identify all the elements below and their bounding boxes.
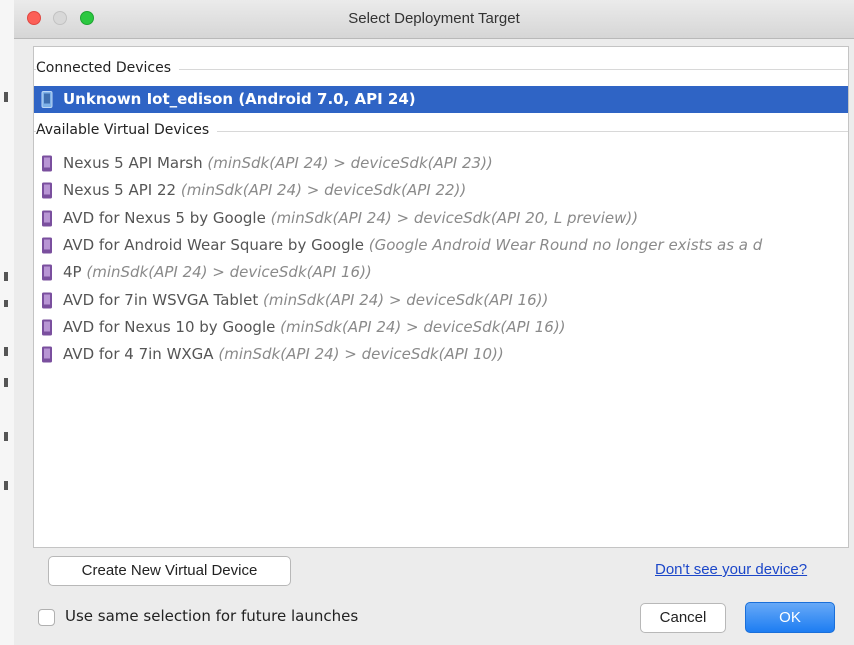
window-title: Select Deployment Target: [348, 10, 520, 27]
phone-icon: [42, 319, 52, 336]
remember-selection-checkbox[interactable]: [38, 609, 55, 626]
device-name: AVD for 7in WSVGA Tablet: [63, 291, 259, 309]
device-name: AVD for Android Wear Square by Google: [63, 236, 364, 254]
remember-selection-label: Use same selection for future launches: [65, 607, 359, 625]
virtual-devices-label: Available Virtual Devices: [36, 122, 218, 138]
device-incompatibility-hint: (minSdk(API 24) > deviceSdk(API 20, L pr…: [270, 209, 639, 227]
phone-icon: [42, 264, 52, 281]
device-label: AVD for Nexus 5 by Google (minSdk(API 24…: [63, 209, 638, 227]
device-label: AVD for Nexus 10 by Google (minSdk(API 2…: [63, 318, 566, 336]
connected-devices-header: Connected Devices: [34, 58, 848, 80]
virtual-device-row[interactable]: AVD for Nexus 5 by Google (minSdk(API 24…: [34, 205, 848, 232]
virtual-device-row[interactable]: Nexus 5 API Marsh (minSdk(API 24) > devi…: [34, 150, 848, 177]
dont-see-device-link[interactable]: Don't see your device?: [655, 561, 807, 578]
phone-icon: [42, 155, 52, 172]
phone-icon: [42, 210, 52, 227]
phone-icon: [42, 292, 52, 309]
create-new-virtual-device-button[interactable]: Create New Virtual Device: [48, 556, 291, 586]
title-bar: Select Deployment Target: [14, 0, 854, 39]
virtual-device-row[interactable]: AVD for Android Wear Square by Google (G…: [34, 232, 848, 259]
device-name: 4P: [63, 263, 82, 281]
device-label: 4P (minSdk(API 24) > deviceSdk(API 16)): [63, 263, 372, 281]
virtual-device-row[interactable]: Nexus 5 API 22 (minSdk(API 24) > deviceS…: [34, 177, 848, 204]
device-incompatibility-hint: (minSdk(API 24) > deviceSdk(API 16)): [86, 263, 372, 281]
phone-icon: [42, 237, 52, 254]
device-name: Unknown Iot_edison (Android 7.0, API 24): [63, 90, 416, 108]
device-list[interactable]: Connected Devices Unknown Iot_edison (An…: [33, 46, 849, 548]
select-deployment-target-dialog: Select Deployment Target Connected Devic…: [14, 0, 854, 645]
device-name: Nexus 5 API 22: [63, 181, 177, 199]
device-name: Nexus 5 API Marsh: [63, 154, 203, 172]
device-label: AVD for Android Wear Square by Google (G…: [63, 236, 762, 254]
device-name: AVD for Nexus 10 by Google: [63, 318, 276, 336]
phone-icon: [42, 182, 52, 199]
device-incompatibility-hint: (minSdk(API 24) > deviceSdk(API 16)): [280, 318, 566, 336]
virtual-devices-header: Available Virtual Devices: [34, 120, 848, 142]
connected-devices-label: Connected Devices: [36, 60, 180, 76]
virtual-device-row[interactable]: 4P (minSdk(API 24) > deviceSdk(API 16)): [34, 259, 848, 286]
virtual-device-row[interactable]: AVD for Nexus 10 by Google (minSdk(API 2…: [34, 314, 848, 341]
device-incompatibility-hint: (Google Android Wear Round no longer exi…: [368, 236, 763, 254]
device-name: AVD for Nexus 5 by Google: [63, 209, 266, 227]
virtual-device-row[interactable]: AVD for 7in WSVGA Tablet (minSdk(API 24)…: [34, 287, 848, 314]
connected-device-row[interactable]: Unknown Iot_edison (Android 7.0, API 24): [34, 86, 848, 113]
phone-icon: [42, 346, 52, 363]
device-name: AVD for 4 7in WXGA: [63, 345, 214, 363]
device-label: Nexus 5 API 22 (minSdk(API 24) > deviceS…: [63, 181, 466, 199]
device-label: AVD for 7in WSVGA Tablet (minSdk(API 24)…: [63, 291, 548, 309]
device-incompatibility-hint: (minSdk(API 24) > deviceSdk(API 16)): [262, 291, 549, 309]
device-incompatibility-hint: (minSdk(API 24) > deviceSdk(API 22)): [180, 181, 467, 199]
cancel-button[interactable]: Cancel: [640, 603, 726, 633]
virtual-device-row[interactable]: AVD for 4 7in WXGA (minSdk(API 24) > dev…: [34, 341, 848, 368]
device-label: Nexus 5 API Marsh (minSdk(API 24) > devi…: [63, 154, 493, 172]
device-incompatibility-hint: (minSdk(API 24) > deviceSdk(API 10)): [218, 345, 504, 363]
phone-icon: [41, 91, 53, 108]
device-label: AVD for 4 7in WXGA (minSdk(API 24) > dev…: [63, 345, 504, 363]
ok-button[interactable]: OK: [745, 602, 835, 633]
background-window-edge: [0, 0, 15, 645]
device-incompatibility-hint: (minSdk(API 24) > deviceSdk(API 23)): [207, 154, 493, 172]
